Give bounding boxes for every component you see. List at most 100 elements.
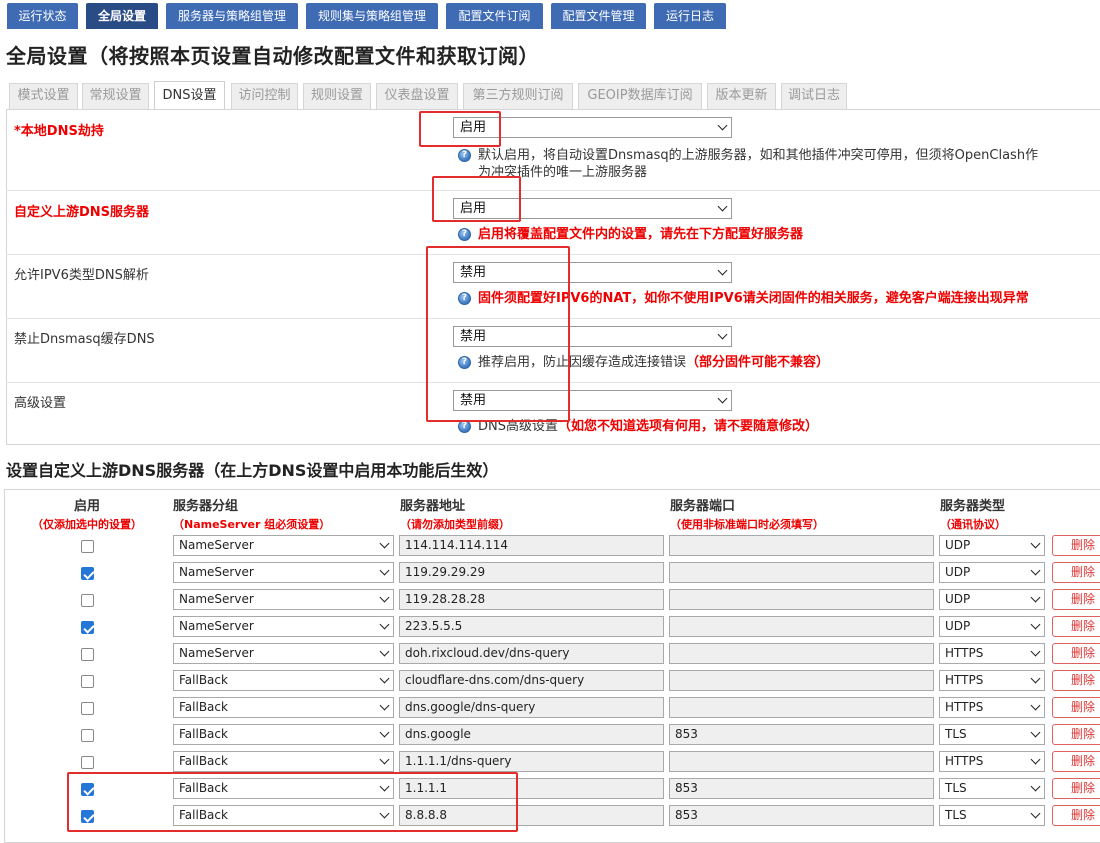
subtab-dns[interactable]: DNS设置 bbox=[154, 81, 225, 109]
subtab-geoip[interactable]: GEOIP数据库订阅 bbox=[578, 83, 702, 109]
row-enable-checkbox[interactable] bbox=[81, 540, 94, 553]
server-group-select[interactable]: FallBack bbox=[173, 724, 394, 745]
chevron-down-icon bbox=[717, 393, 728, 403]
subtab-mode[interactable]: 模式设置 bbox=[9, 83, 78, 109]
server-port-input[interactable] bbox=[669, 562, 934, 583]
server-group-select[interactable]: NameServer bbox=[173, 535, 394, 556]
subtab-version-update[interactable]: 版本更新 bbox=[707, 83, 776, 109]
nav-tab-global-settings[interactable]: 全局设置 bbox=[86, 3, 158, 29]
server-port-input[interactable]: 853 bbox=[669, 805, 934, 826]
delete-button[interactable]: 删除 bbox=[1052, 616, 1100, 637]
chevron-down-icon bbox=[1030, 700, 1041, 710]
row-enable-checkbox[interactable] bbox=[81, 594, 94, 607]
row-enable-checkbox[interactable] bbox=[81, 621, 94, 634]
select-value: TLS bbox=[945, 727, 967, 741]
server-type-select[interactable]: TLS bbox=[939, 805, 1045, 826]
server-group-select[interactable]: NameServer bbox=[173, 616, 394, 637]
nav-tab-config-manage[interactable]: 配置文件管理 bbox=[551, 3, 646, 29]
annotation-box bbox=[432, 176, 521, 222]
server-type-select[interactable]: HTTPS bbox=[939, 643, 1045, 664]
delete-button[interactable]: 删除 bbox=[1052, 724, 1100, 745]
delete-button[interactable]: 删除 bbox=[1052, 778, 1100, 799]
server-type-select[interactable]: UDP bbox=[939, 589, 1045, 610]
chevron-down-icon bbox=[379, 754, 390, 764]
server-address-input[interactable]: 119.29.29.29 bbox=[399, 562, 664, 583]
delete-button[interactable]: 删除 bbox=[1052, 535, 1100, 556]
server-type-select[interactable]: HTTPS bbox=[939, 670, 1045, 691]
settings-row bbox=[6, 190, 1100, 191]
delete-button[interactable]: 删除 bbox=[1052, 697, 1100, 718]
server-address-input[interactable]: dns.google bbox=[399, 724, 664, 745]
server-type-select[interactable]: TLS bbox=[939, 724, 1045, 745]
nav-tab-rule-sets[interactable]: 规则集与策略组管理 bbox=[306, 3, 438, 29]
chevron-down-icon bbox=[379, 646, 390, 656]
row-enable-checkbox[interactable] bbox=[81, 729, 94, 742]
server-address-input[interactable]: 223.5.5.5 bbox=[399, 616, 664, 637]
select-value: TLS bbox=[945, 808, 967, 822]
chevron-down-icon bbox=[1030, 646, 1041, 656]
nav-tab-logs[interactable]: 运行日志 bbox=[654, 3, 726, 29]
server-type-select[interactable]: UDP bbox=[939, 562, 1045, 583]
server-group-select[interactable]: NameServer bbox=[173, 643, 394, 664]
server-address-input[interactable]: doh.rixcloud.dev/dns-query bbox=[399, 643, 664, 664]
delete-button[interactable]: 删除 bbox=[1052, 751, 1100, 772]
server-port-input[interactable] bbox=[669, 589, 934, 610]
select-value: HTTPS bbox=[945, 646, 984, 660]
server-port-input[interactable] bbox=[669, 670, 934, 691]
info-icon: ? bbox=[458, 228, 471, 241]
nav-tab-status[interactable]: 运行状态 bbox=[7, 3, 78, 29]
server-port-input[interactable]: 853 bbox=[669, 724, 934, 745]
server-group-select[interactable]: FallBack bbox=[173, 670, 394, 691]
column-header-enabled: 启用 bbox=[74, 499, 101, 514]
row-enable-checkbox[interactable] bbox=[81, 756, 94, 769]
setting-label-custom-upstream: 自定义上游DNS服务器 bbox=[14, 205, 150, 220]
annotation-box bbox=[426, 246, 570, 422]
server-group-select[interactable]: FallBack bbox=[173, 751, 394, 772]
server-address-input[interactable]: dns.google/dns-query bbox=[399, 697, 664, 718]
server-group-select[interactable]: NameServer bbox=[173, 589, 394, 610]
server-group-select[interactable]: NameServer bbox=[173, 562, 394, 583]
subtab-dashboard[interactable]: 仪表盘设置 bbox=[376, 83, 458, 109]
nav-tab-config-subscribe[interactable]: 配置文件订阅 bbox=[446, 3, 543, 29]
delete-button[interactable]: 删除 bbox=[1052, 805, 1100, 826]
select-value: UDP bbox=[945, 538, 971, 552]
server-address-input[interactable]: 114.114.114.114 bbox=[399, 535, 664, 556]
delete-button[interactable]: 删除 bbox=[1052, 562, 1100, 583]
server-port-input[interactable] bbox=[669, 751, 934, 772]
server-type-select[interactable]: HTTPS bbox=[939, 751, 1045, 772]
subtab-third-party-rules[interactable]: 第三方规则订阅 bbox=[463, 83, 573, 109]
server-type-select[interactable]: HTTPS bbox=[939, 697, 1045, 718]
server-type-select[interactable]: TLS bbox=[939, 778, 1045, 799]
nav-tab-server-groups[interactable]: 服务器与策略组管理 bbox=[166, 3, 298, 29]
server-type-select[interactable]: UDP bbox=[939, 616, 1045, 637]
server-port-input[interactable]: 853 bbox=[669, 778, 934, 799]
server-port-input[interactable] bbox=[669, 616, 934, 637]
subtab-rules[interactable]: 规则设置 bbox=[303, 83, 371, 109]
local-dns-hijack-note: 默认启用，将自动设置Dnsmasq的上游服务器，如和其他插件冲突可停用，但须将O… bbox=[478, 147, 1098, 181]
select-value: UDP bbox=[945, 565, 971, 579]
row-enable-checkbox[interactable] bbox=[81, 567, 94, 580]
note-warning: （部分固件可能不兼容） bbox=[686, 355, 830, 370]
note-line: 为冲突插件的唯一上游服务器 bbox=[478, 165, 648, 180]
delete-button[interactable]: 删除 bbox=[1052, 643, 1100, 664]
server-address-input[interactable]: cloudflare-dns.com/dns-query bbox=[399, 670, 664, 691]
server-port-input[interactable] bbox=[669, 535, 934, 556]
server-port-input[interactable] bbox=[669, 643, 934, 664]
server-address-input[interactable]: 1.1.1.1/dns-query bbox=[399, 751, 664, 772]
server-address-input[interactable]: 119.28.28.28 bbox=[399, 589, 664, 610]
delete-button[interactable]: 删除 bbox=[1052, 589, 1100, 610]
row-enable-checkbox[interactable] bbox=[81, 648, 94, 661]
row-enable-checkbox[interactable] bbox=[81, 675, 94, 688]
chevron-down-icon bbox=[717, 329, 728, 339]
server-port-input[interactable] bbox=[669, 697, 934, 718]
setting-label-local-dns-hijack: *本地DNS劫持 bbox=[14, 124, 104, 139]
delete-button[interactable]: 删除 bbox=[1052, 670, 1100, 691]
server-type-select[interactable]: UDP bbox=[939, 535, 1045, 556]
annotation-box bbox=[67, 772, 518, 832]
subtab-debug-log[interactable]: 调试日志 bbox=[781, 83, 847, 109]
subtab-general[interactable]: 常规设置 bbox=[82, 83, 149, 109]
server-group-select[interactable]: FallBack bbox=[173, 697, 394, 718]
row-enable-checkbox[interactable] bbox=[81, 702, 94, 715]
subtab-access-control[interactable]: 访问控制 bbox=[231, 83, 298, 109]
top-nav: 运行状态 全局设置 服务器与策略组管理 规则集与策略组管理 配置文件订阅 配置文… bbox=[0, 0, 1100, 31]
